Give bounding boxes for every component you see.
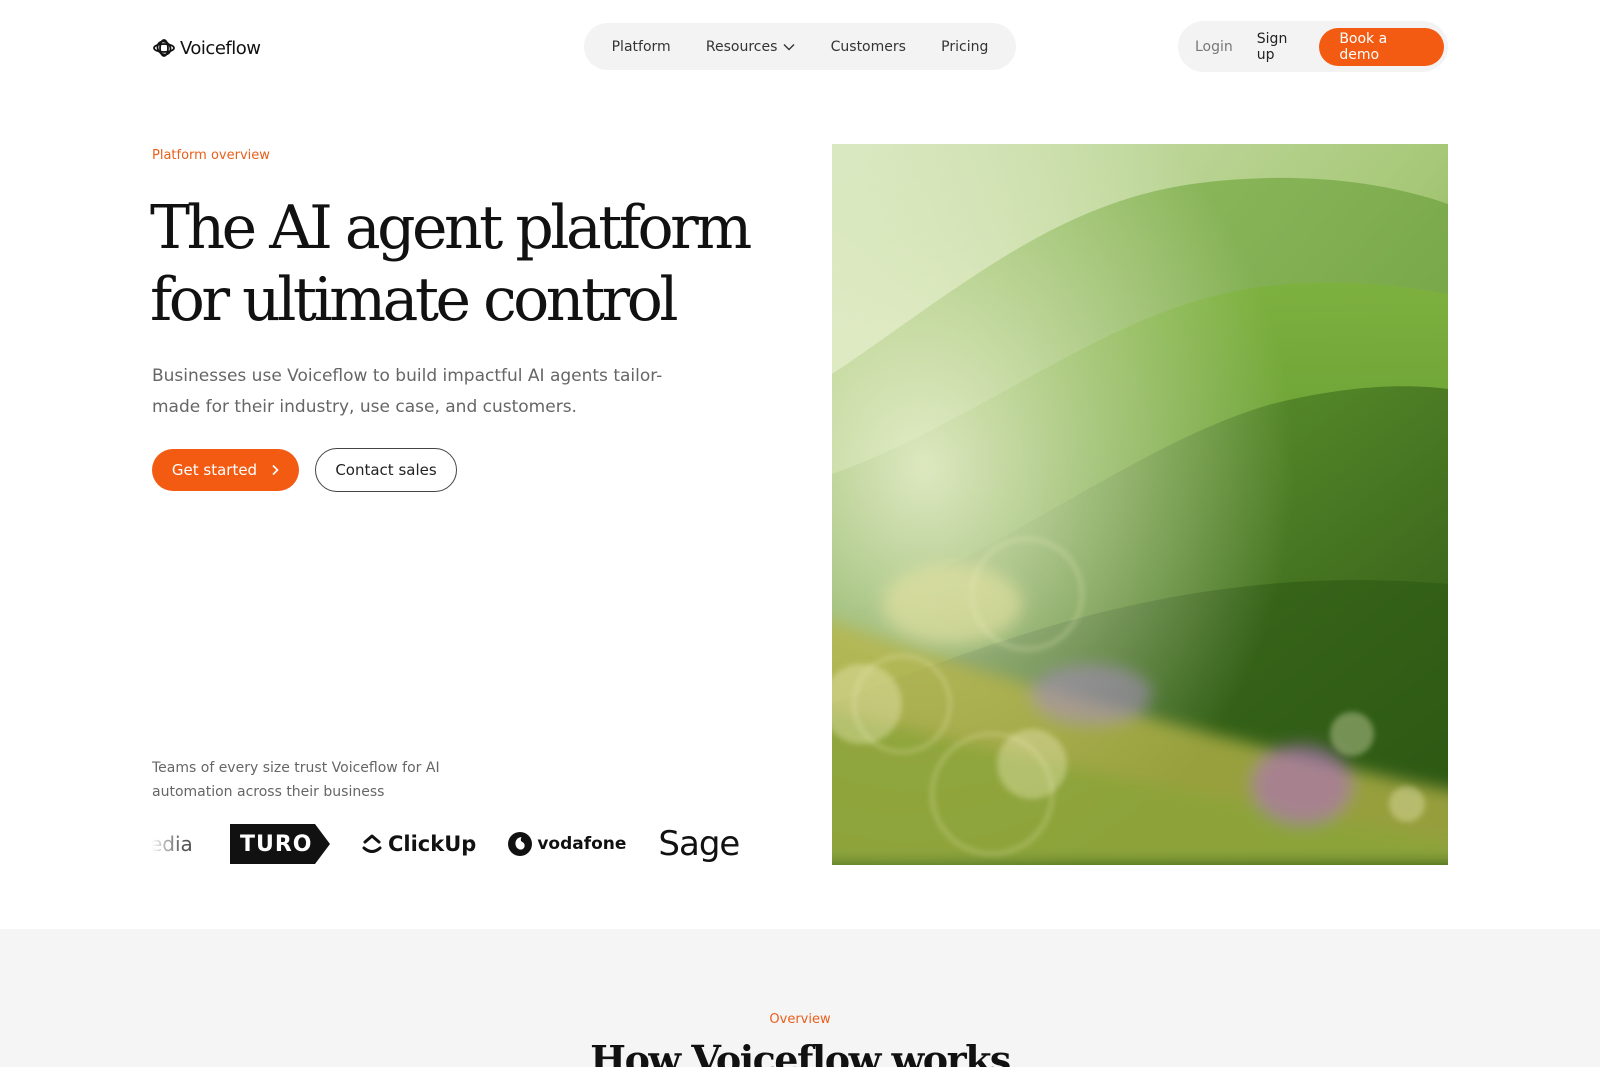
- login-link[interactable]: Login: [1195, 39, 1233, 55]
- hero-eyebrow: Platform overview: [152, 148, 270, 163]
- clickup-text: ClickUp: [388, 832, 477, 856]
- logo-sage: Sage: [658, 824, 740, 864]
- nav-resources-label: Resources: [705, 38, 778, 55]
- chevron-right-icon: [272, 464, 279, 476]
- overview-eyebrow: Overview: [769, 1012, 831, 1027]
- hero-subtext: Businesses use Voiceflow to build impact…: [152, 366, 663, 417]
- hero-landscape-image: [832, 144, 1448, 865]
- nav-customers[interactable]: Customers: [831, 39, 906, 55]
- clickup-icon: [362, 834, 382, 853]
- trust-text: Teams of every size trust Voiceflow for …: [152, 760, 440, 800]
- voiceflow-logo[interactable]: Voiceflow: [152, 36, 261, 60]
- voiceflow-flower-icon: [153, 39, 175, 57]
- headline-line-1: The AI agent platform: [150, 193, 752, 263]
- chevron-down-icon: [783, 43, 795, 50]
- nav-resources[interactable]: Resources: [706, 39, 796, 55]
- vodafone-icon: [508, 832, 533, 856]
- signup-link[interactable]: Sign up: [1257, 31, 1306, 63]
- auth-group: Login Sign up Book a demo: [1178, 21, 1448, 72]
- overview-title: How Voiceflow works: [590, 1037, 1011, 1067]
- nav-platform[interactable]: Platform: [612, 39, 671, 55]
- logo-media: edia: [152, 832, 193, 856]
- logo-turo: TURO: [230, 824, 330, 864]
- get-started-button[interactable]: Get started: [152, 449, 299, 491]
- overview-section: Overview How Voiceflow works: [0, 929, 1600, 1067]
- hero-headline: The AI agent platform for ultimate contr…: [150, 192, 752, 336]
- headline-line-2: for ultimate control: [150, 265, 679, 335]
- book-demo-button[interactable]: Book a demo: [1319, 27, 1444, 66]
- logo-text: Voiceflow: [180, 37, 261, 59]
- contact-sales-button[interactable]: Contact sales: [315, 448, 457, 492]
- logo-clickup: ClickUp: [362, 832, 476, 856]
- nav-pricing[interactable]: Pricing: [941, 39, 988, 55]
- vodafone-text: vodafone: [537, 834, 627, 854]
- logo-vodafone: vodafone: [508, 832, 626, 856]
- get-started-label: Get started: [171, 461, 258, 479]
- customer-logo-strip: edia TURO ClickUp vodafone Sage S Su: [152, 820, 766, 868]
- main-nav: Platform Resources Customers Pricing: [584, 23, 1016, 70]
